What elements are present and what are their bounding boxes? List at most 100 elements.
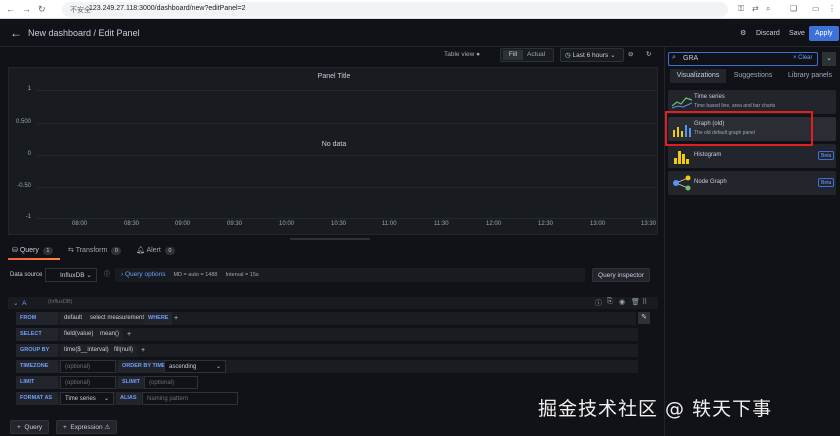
from-policy[interactable]: default [60,312,87,325]
panel-preview: Panel Title 1 0.500 0 -0.50 -1 No data 0… [8,67,658,235]
trash-icon[interactable]: 🗑︎ [631,298,640,306]
groupby-fill[interactable]: fill(null) [110,344,138,357]
beta-badge: Beta [818,151,835,160]
translate-icon[interactable]: ⇄ [752,4,759,13]
chevron-right-icon: › [121,271,124,278]
tab-count: 1 [42,247,53,255]
table-view-toggle[interactable]: Table view ● [444,48,480,62]
back-arrow-icon[interactable]: ← [6,4,15,14]
from-measurement[interactable]: select measurement [86,312,149,325]
datasource-label: Data source [10,272,43,278]
datasource-select[interactable]: InfluxDB ⌄ [45,268,97,282]
format-value: Time series [65,396,96,402]
forward-arrow-icon[interactable]: → [22,4,31,14]
apply-button[interactable]: Apply [809,26,839,41]
pane-splitter[interactable] [290,238,370,240]
chevron-down-icon: ⌄ [103,396,109,402]
query-header[interactable]: ⌄ A (InfluxDB) [8,297,658,309]
slimit-input[interactable]: (optional) [144,376,198,389]
node-graph-icon [673,175,691,191]
duplicate-icon[interactable]: ⎘ [607,298,613,306]
tab-suggestions[interactable]: Suggestions [728,69,778,83]
tab-label: Alert [146,247,161,254]
add-query-button[interactable]: + Query [10,420,50,434]
tab-visualizations[interactable]: Visualizations [670,69,726,83]
time-picker[interactable]: ◷ Last 6 hours ⌄ [560,48,624,62]
refresh-icon[interactable]: ↻ [646,48,651,62]
zoom-icon[interactable]: ⌕ [766,4,770,14]
add-expression-button[interactable]: + Expression ⚠ [56,420,118,434]
help-icon[interactable]: ⓘ [104,268,110,282]
viz-search-input[interactable]: ⌕ GRA × Clear [668,52,818,66]
discard-button[interactable]: Discard [750,26,786,41]
timezone-input[interactable]: (optional) [60,360,116,373]
viz-item-node-graph[interactable]: Node Graph Beta [668,171,836,195]
clock-icon: ◷ [565,52,571,59]
extensions-icon[interactable]: ❏ [790,4,797,13]
interval-text: Interval = 15s [225,272,259,278]
tab-alert[interactable]: 🔔︎ Alert 0 [136,245,175,259]
x-tick: 08:00 [72,221,88,227]
back-arrow-icon[interactable]: ← [10,26,22,40]
x-tick: 10:30 [331,221,347,227]
actual-button[interactable]: Actual [527,50,545,60]
add-groupby-button[interactable]: + [141,344,145,357]
viz-item-name: Node Graph [694,179,727,185]
orderby-keyword: ORDER BY TIME [118,360,170,373]
format-select[interactable]: Time series ⌄ [60,392,114,405]
collapse-pane-icon[interactable]: ⌄ [822,52,836,66]
no-data-text: No data [321,141,347,148]
x-tick: 11:30 [434,221,449,227]
x-tick: 09:30 [227,221,243,227]
viz-item-histogram[interactable]: Histogram Beta [668,144,836,168]
zoom-out-icon[interactable]: ⊖ [628,48,633,62]
pencil-icon[interactable]: ✎ [638,312,650,324]
browser-bar: ← → ↻ 不安全 123.249.27.118:3000/dashboard/… [0,0,840,19]
y-tick: 1 [27,86,31,92]
viz-search-value: GRA [683,55,699,62]
save-button[interactable]: Save [783,26,811,41]
groupby-time[interactable]: time($__interval) [60,344,113,357]
add-select-button[interactable]: + [127,328,131,341]
select-mean[interactable]: mean() [96,328,124,341]
gridline [37,90,657,91]
x-tick: 10:00 [279,221,295,227]
reload-icon[interactable]: ↻ [38,4,46,14]
profile-icon[interactable]: ▭ [812,4,820,13]
highlight-box [665,111,813,146]
limit-input[interactable]: (optional) [60,376,116,389]
y-tick: 0.500 [15,119,31,125]
beta-badge: Beta [818,178,835,187]
drag-handle-icon[interactable]: ⠿ [642,298,647,306]
tab-query[interactable]: ⛁ Query 1 [12,245,53,259]
query-inspector-button[interactable]: Query inspector [592,268,650,282]
viz-item-name: Histogram [694,152,722,158]
select-field[interactable]: field(value) [60,328,98,341]
more-icon[interactable]: ⋮ [828,4,836,13]
page-title: New dashboard / Edit Panel [28,28,140,38]
viz-item-desc: Time based line, area and bar charts [694,103,776,109]
x-tick: 09:00 [175,221,191,227]
x-tick: 12:00 [486,221,502,227]
eye-icon[interactable]: ◉ [619,298,625,306]
tab-transform[interactable]: ⇆ Transform 0 [68,245,122,259]
where-keyword: WHERE [144,312,173,325]
add-where-button[interactable]: + [174,312,178,325]
fill-button[interactable]: Fill [503,50,523,60]
x-tick: 08:30 [124,221,140,227]
query-ref-label: A [22,300,27,307]
alias-input[interactable]: Naming pattern [142,392,238,405]
tab-library-panels[interactable]: Library panels [784,69,836,83]
fill-actual-toggle: Fill Actual [500,48,554,62]
query-options[interactable]: › Query options MD = auto = 1488 Interval … [115,268,585,282]
tab-count: 0 [164,247,175,255]
bell-icon: 🔔︎ [136,247,145,254]
x-tick: 12:30 [538,221,554,227]
key-icon[interactable]: ⚿ [738,4,744,14]
help-icon[interactable]: ⓘ [595,298,602,308]
clear-search-button[interactable]: × Clear [793,55,813,61]
address-bar[interactable]: 不安全 123.249.27.118:3000/dashboard/new?ed… [62,2,728,17]
orderby-select[interactable]: ascending ⌄ [164,360,226,373]
tab-label: Transform [75,247,108,254]
gridline [37,218,657,219]
